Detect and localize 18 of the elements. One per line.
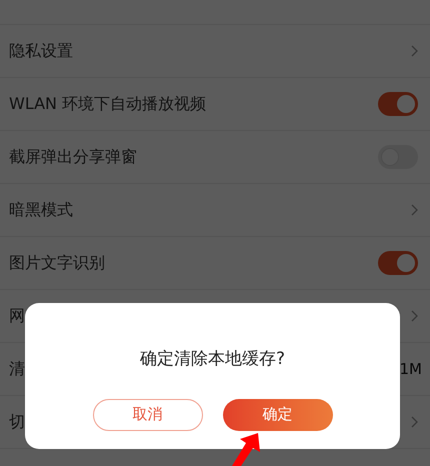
- setting-label: 暗黑模式: [9, 199, 73, 221]
- chevron-icon: [411, 204, 418, 216]
- setting-label: 切: [9, 411, 25, 433]
- cancel-button[interactable]: 取消: [92, 398, 202, 430]
- setting-label: 截屏弹出分享弹窗: [9, 146, 137, 168]
- chevron-icon: [411, 416, 418, 428]
- dialog-title: 确定清除本地缓存?: [140, 348, 286, 371]
- chevron-icon: [411, 310, 418, 322]
- setting-label: 图片文字识别: [9, 252, 105, 274]
- confirm-button[interactable]: 确定: [222, 398, 332, 430]
- setting-label: WLAN 环境下自动播放视频: [9, 93, 206, 115]
- setting-label: 清: [9, 358, 25, 380]
- setting-label: 网: [9, 305, 25, 327]
- setting-value: 1M: [400, 358, 422, 380]
- setting-label: 隐私设置: [9, 40, 73, 62]
- chevron-icon: [411, 45, 418, 57]
- toggle-switch[interactable]: [378, 251, 418, 275]
- toggle-switch[interactable]: [378, 92, 418, 116]
